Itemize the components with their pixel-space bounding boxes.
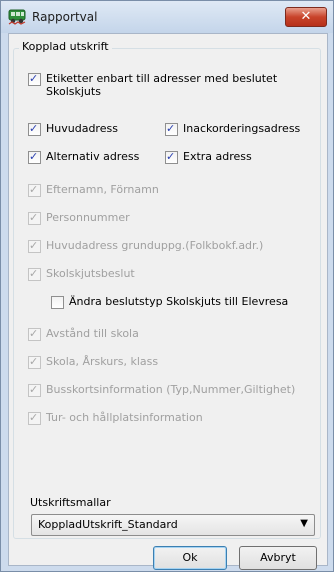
checkbox-label: Etiketter enbart till adresser med beslu…: [46, 72, 277, 98]
checkbox-label: Extra adress: [183, 150, 252, 163]
checkbox: [28, 239, 41, 253]
checkbox-label: Skolskjutsbeslut: [46, 267, 135, 280]
checkbox[interactable]: [165, 150, 178, 164]
utskriftsmallar-label: Utskriftsmallar: [30, 496, 111, 509]
checkbox-huvudadress-grunduppg: Huvudadress grunduppg.(Folkbokf.adr.): [28, 239, 263, 253]
checkbox-andra-beslutstyp[interactable]: Ändra beslutstyp Skolskjuts till Elevres…: [51, 295, 288, 309]
checkbox-label: Inackorderingsadress: [183, 122, 301, 135]
checkbox: [28, 211, 41, 225]
checkbox-efternamn-fornamn: Efternamn, Förnamn: [28, 183, 159, 197]
checkbox-avstand-till-skola: Avstånd till skola: [28, 327, 139, 341]
checkbox-inackorderingsadress[interactable]: Inackorderingsadress: [165, 122, 300, 136]
checkbox[interactable]: [28, 150, 41, 164]
checkbox-huvudadress[interactable]: Huvudadress: [28, 122, 118, 136]
checkbox-label: Tur- och hållplatsinformation: [46, 411, 203, 424]
checkbox-label: Huvudadress grunduppg.(Folkbokf.adr.): [46, 239, 264, 252]
checkbox-skolskjutsbeslut: Skolskjutsbeslut: [28, 267, 135, 281]
label-line-2: Skolskjuts: [46, 85, 101, 98]
checkbox[interactable]: [28, 72, 41, 86]
checkbox: [28, 267, 41, 281]
chevron-down-icon[interactable]: ▼: [300, 518, 308, 529]
checkbox-personnummer: Personnummer: [28, 211, 130, 225]
checkbox: [28, 327, 41, 341]
select-value: KoppladUtskrift_Standard: [38, 518, 178, 531]
close-button[interactable]: ✕: [285, 7, 327, 27]
checkbox-extra-adress[interactable]: Extra adress: [165, 150, 252, 164]
dialog-body: Kopplad utskrift Etiketter enbart till a…: [8, 33, 328, 566]
checkbox-etiketter-skolskjuts[interactable]: Etiketter enbart till adresser med beslu…: [28, 72, 277, 98]
checkbox-label: Personnummer: [46, 211, 130, 224]
group-title: Kopplad utskrift: [19, 40, 112, 53]
label-line-1: Etiketter enbart till adresser med beslu…: [46, 72, 278, 85]
cancel-button[interactable]: Avbryt: [239, 546, 317, 570]
checkbox[interactable]: [51, 296, 64, 309]
checkbox-busskortsinformation: Busskortsinformation (Typ,Nummer,Giltigh…: [28, 383, 295, 397]
checkbox-label: Skola, Årskurs, klass: [46, 355, 159, 368]
checkbox[interactable]: [165, 122, 178, 136]
close-icon: ✕: [300, 9, 312, 24]
utskriftsmall-select[interactable]: KoppladUtskrift_Standard ▼: [31, 514, 315, 536]
checkbox-label: Huvudadress: [46, 122, 118, 135]
checkbox: [28, 183, 41, 197]
checkbox-label: Busskortsinformation (Typ,Nummer,Giltigh…: [46, 383, 296, 396]
bus-icon: [8, 9, 26, 25]
checkbox-label: Ändra beslutstyp Skolskjuts till Elevres…: [69, 295, 289, 308]
checkbox-alternativ-adress[interactable]: Alternativ adress: [28, 150, 139, 164]
window-title: Rapportval: [32, 10, 98, 24]
checkbox-label: Efternamn, Förnamn: [46, 183, 159, 196]
rapportval-dialog: Rapportval ✕ Kopplad utskrift Etiketter …: [0, 0, 334, 572]
ok-button[interactable]: Ok: [153, 546, 227, 570]
checkbox: [28, 383, 41, 397]
title-bar[interactable]: Rapportval ✕: [1, 1, 333, 33]
checkbox: [28, 355, 41, 369]
checkbox-tur-och-hallplats: Tur- och hållplatsinformation: [28, 411, 203, 425]
checkbox[interactable]: [28, 122, 41, 136]
checkbox-label: Avstånd till skola: [46, 327, 139, 340]
checkbox: [28, 411, 41, 425]
checkbox-skola-arskurs-klass: Skola, Årskurs, klass: [28, 355, 158, 369]
checkbox-label: Alternativ adress: [46, 150, 140, 163]
